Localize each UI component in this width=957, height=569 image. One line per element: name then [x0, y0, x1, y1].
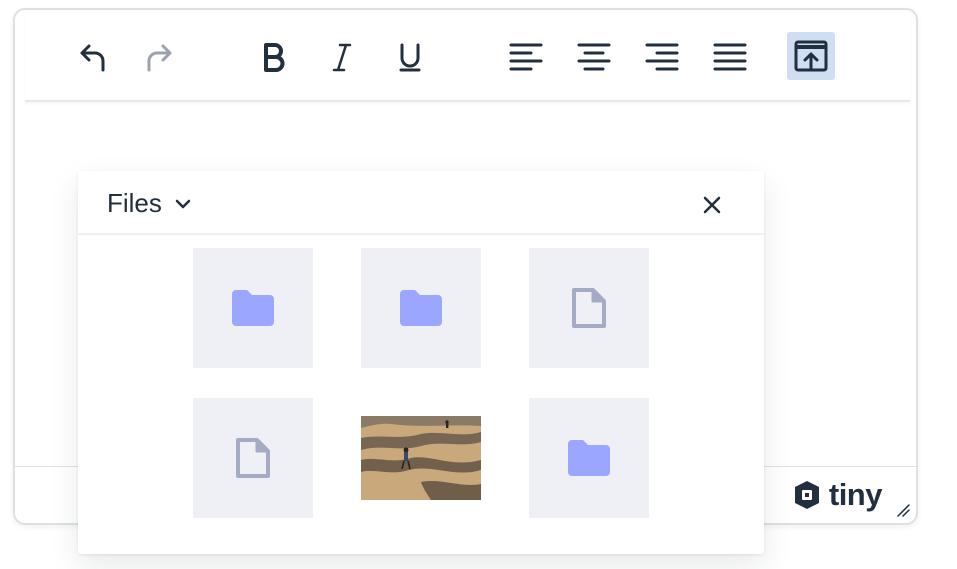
resize-handle-icon[interactable] [896, 503, 910, 517]
file-tile[interactable] [193, 398, 313, 518]
toolbar [25, 10, 910, 102]
folder-tile[interactable] [193, 248, 313, 368]
brand-text: tiny [828, 477, 883, 512]
upload-button[interactable] [787, 32, 835, 80]
image-thumbnail [361, 416, 481, 500]
file-icon [572, 288, 606, 328]
align-center-icon [577, 43, 611, 71]
align-right-button[interactable] [639, 34, 685, 80]
align-center-button[interactable] [571, 34, 617, 80]
image-tile[interactable] [361, 398, 481, 518]
folder-tile[interactable] [529, 398, 649, 518]
underline-icon [399, 43, 421, 72]
upload-icon [794, 40, 828, 72]
close-icon [703, 196, 721, 214]
file-icon [236, 438, 270, 478]
underline-button[interactable] [387, 34, 433, 80]
bold-icon [264, 43, 285, 72]
italic-icon [332, 43, 352, 72]
italic-button[interactable] [319, 34, 365, 80]
folder-icon [232, 290, 274, 326]
align-right-icon [645, 43, 679, 71]
align-left-button[interactable] [503, 34, 549, 80]
folder-icon [568, 440, 610, 476]
undo-button[interactable] [69, 34, 115, 80]
justify-button[interactable] [707, 34, 753, 80]
undo-icon [80, 44, 105, 72]
files-dropdown[interactable]: Files [107, 188, 192, 219]
align-justify-icon [713, 43, 747, 71]
redo-icon [147, 44, 172, 72]
file-tile[interactable] [529, 248, 649, 368]
folder-icon [400, 290, 442, 326]
chevron-down-icon [175, 199, 191, 208]
close-button[interactable] [698, 191, 726, 219]
tiny-logo-icon [794, 481, 819, 509]
dialog-header: Files [78, 171, 764, 235]
dialog-title: Files [107, 188, 162, 218]
tiny-branding[interactable]: tiny [791, 477, 883, 513]
files-dialog: Files [78, 171, 764, 554]
bold-button[interactable] [251, 34, 297, 80]
align-left-icon [509, 43, 543, 71]
redo-button[interactable] [137, 34, 183, 80]
folder-tile[interactable] [361, 248, 481, 368]
